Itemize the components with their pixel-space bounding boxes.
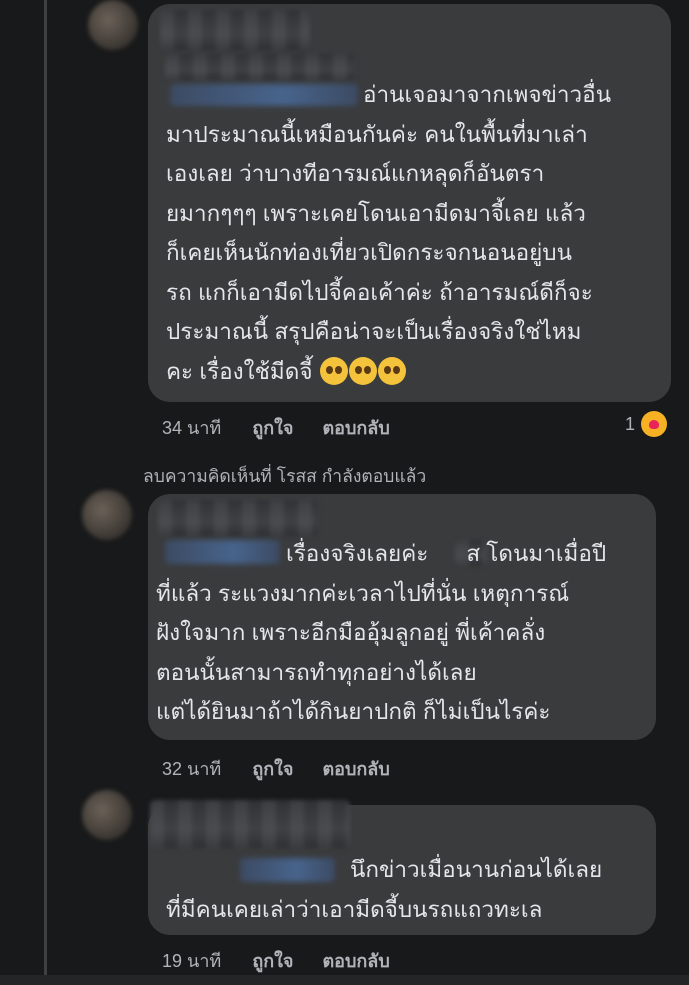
comment-actions: 34 นาที ถูกใจ ตอบกลับ bbox=[162, 413, 414, 442]
reply-button[interactable]: ตอบกลับ bbox=[322, 951, 389, 971]
author-name-blurred[interactable] bbox=[150, 800, 350, 848]
like-button[interactable]: ถูกใจ bbox=[252, 418, 293, 438]
timestamp[interactable]: 34 นาที bbox=[162, 418, 221, 438]
care-reaction-icon bbox=[641, 411, 668, 437]
timestamp[interactable]: 32 นาที bbox=[162, 759, 221, 779]
comment-line: แต่ได้ยินมาถ้าได้กินยาปกติ ก็ไม่เป็นไรค่… bbox=[156, 699, 551, 724]
comment-actions: 19 นาที ถูกใจ ตอบกลับ bbox=[162, 946, 414, 975]
thread-line bbox=[44, 0, 47, 985]
bottom-edge bbox=[0, 975, 689, 985]
pleading-face-icon bbox=[319, 356, 348, 385]
comment-line: ส โดนมาเมื่อปี bbox=[466, 541, 607, 566]
comment-line: ประมาณนี้ สรุปคือน่าจะเป็นเรื่องจริงใช่ไ… bbox=[166, 319, 582, 344]
reply-button[interactable]: ตอบกลับ bbox=[322, 418, 389, 438]
avatar[interactable] bbox=[88, 0, 138, 50]
timestamp[interactable]: 19 นาที bbox=[162, 951, 221, 971]
comment-line: ที่มีคนเคยเล่าว่าเอามีดจี้บนรถแถวทะเล bbox=[166, 896, 543, 922]
avatar[interactable] bbox=[82, 790, 132, 840]
deleted-comment-notice: ลบความคิดเห็นที่ โรสส กำลังตอบแล้ว bbox=[143, 466, 427, 486]
comment-actions: 32 นาที ถูกใจ ตอบกลับ bbox=[162, 754, 414, 783]
comment-line: ฝังใจมาก เพราะอีกมืออุ้มลูกอยู่ พี่เค้าค… bbox=[156, 620, 546, 645]
comment-line: ก็เคยเห็นนักท่องเที่ยวเปิดกระจกนอนอยู่บน bbox=[166, 240, 572, 265]
like-button[interactable]: ถูกใจ bbox=[252, 951, 293, 971]
comment-line: อ่านเจอมาจากเพจข่าวอื่น bbox=[363, 82, 612, 107]
author-name-blurred[interactable] bbox=[160, 10, 310, 50]
comment-line: คะ เรื่องใช้มีดจี้ bbox=[166, 358, 313, 384]
comment-text: เรื่องจริงเลยค่ะ ส โดนมาเมื่อปี ที่แล้ว ร… bbox=[156, 534, 606, 732]
comment-line: เรื่องจริงเลยค่ะ bbox=[286, 541, 429, 566]
comment-line: ยมากๆๆๆ เพราะเคยโดนเอามีดมาจี้เลย แล้ว bbox=[166, 200, 586, 226]
comment-line: ที่แล้ว ระแวงมากค่ะเวลาไปที่นั่น เหตุการ… bbox=[156, 580, 570, 606]
reaction-count: 1 bbox=[625, 413, 636, 434]
like-button[interactable]: ถูกใจ bbox=[252, 759, 293, 779]
comment-line: นึกข่าวเมื่อนานก่อนได้เลย bbox=[350, 857, 603, 882]
comment-line: ตอนนั้นสามารถทำทุกอย่างได้เลย bbox=[156, 659, 477, 685]
comment-text: อ่านเจอมาจากเพจข่าวอื่น มาประมาณนี้เหมือ… bbox=[166, 75, 611, 391]
comment-line: รถ แกก็เอามีดไปจี้คอเค้าค่ะ ถ้าอารมณ์ดีก… bbox=[166, 279, 593, 305]
comment-line: มาประมาณนี้เหมือนกันค่ะ คนในพื้นที่มาเล่… bbox=[166, 121, 588, 147]
comment-text: นึกข่าวเมื่อนานก่อนได้เลย ที่มีคนเคยเล่า… bbox=[166, 850, 602, 929]
pleading-face-icon bbox=[348, 356, 377, 385]
author-name-blurred[interactable] bbox=[158, 500, 318, 536]
reaction-summary[interactable]: 1 bbox=[625, 411, 668, 437]
avatar[interactable] bbox=[82, 490, 132, 540]
comment-line: เองเลย ว่าบางทีอารมณ์แกหลุดก็อันตรา bbox=[166, 161, 545, 186]
pleading-face-icon bbox=[377, 356, 406, 385]
reply-button[interactable]: ตอบกลับ bbox=[322, 759, 389, 779]
